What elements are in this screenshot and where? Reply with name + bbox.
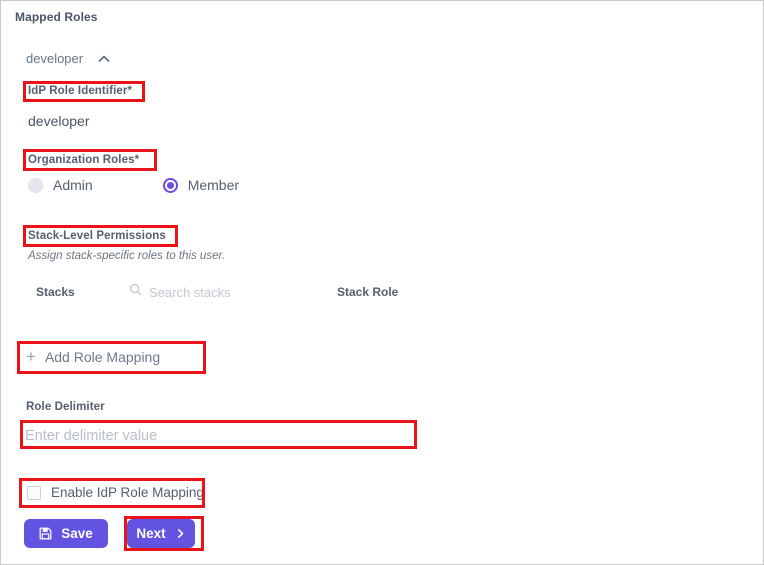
radio-label-admin: Admin	[53, 177, 93, 193]
chevron-right-icon	[175, 528, 186, 539]
save-floppy-icon	[39, 527, 52, 540]
enable-idp-role-mapping-checkbox[interactable]	[27, 485, 41, 500]
save-button-label: Save	[61, 526, 93, 541]
radio-indicator-admin[interactable]	[28, 177, 43, 193]
role-group-name: developer	[26, 51, 84, 66]
stack-level-permissions-helper-text: Assign stack-specific roles to this user…	[28, 250, 226, 262]
add-role-mapping-button[interactable]: + Add Role Mapping	[26, 348, 160, 365]
chevron-up-icon[interactable]	[97, 52, 111, 66]
role-delimiter-input[interactable]	[25, 422, 411, 449]
idp-role-identifier-label: IdP Role Identifier*	[28, 85, 133, 97]
save-button[interactable]: Save	[24, 519, 108, 548]
next-button-label: Next	[136, 526, 166, 541]
column-header-stacks: Stacks	[36, 285, 75, 299]
search-stacks-placeholder: Search stacks	[149, 284, 231, 300]
search-stacks-field[interactable]: Search stacks	[129, 283, 231, 301]
role-delimiter-label: Role Delimiter	[26, 401, 105, 413]
enable-idp-role-mapping-checkbox-row[interactable]: Enable IdP Role Mapping	[27, 485, 204, 500]
radio-indicator-member[interactable]	[162, 177, 178, 193]
radio-option-member[interactable]: Member	[162, 177, 240, 193]
column-header-stack-role: Stack Role	[337, 285, 399, 299]
radio-option-admin[interactable]: Admin	[28, 177, 93, 193]
enable-idp-role-mapping-label: Enable IdP Role Mapping	[51, 485, 204, 500]
radio-label-member: Member	[187, 177, 240, 193]
search-icon	[129, 283, 142, 301]
page-title: Mapped Roles	[15, 10, 98, 24]
stack-level-permissions-label: Stack-Level Permissions	[28, 230, 166, 242]
organization-roles-label: Organization Roles*	[28, 154, 140, 166]
organization-roles-radio-group: Admin Member	[28, 177, 239, 193]
idp-role-identifier-value: developer	[28, 113, 90, 129]
plus-icon: +	[26, 347, 36, 366]
add-role-mapping-label: Add Role Mapping	[44, 348, 161, 365]
next-button[interactable]: Next	[127, 519, 195, 548]
role-group-toggle-developer[interactable]: developer	[26, 51, 111, 66]
mapped-roles-panel: Mapped Roles developer IdP Role Identifi…	[0, 0, 764, 565]
